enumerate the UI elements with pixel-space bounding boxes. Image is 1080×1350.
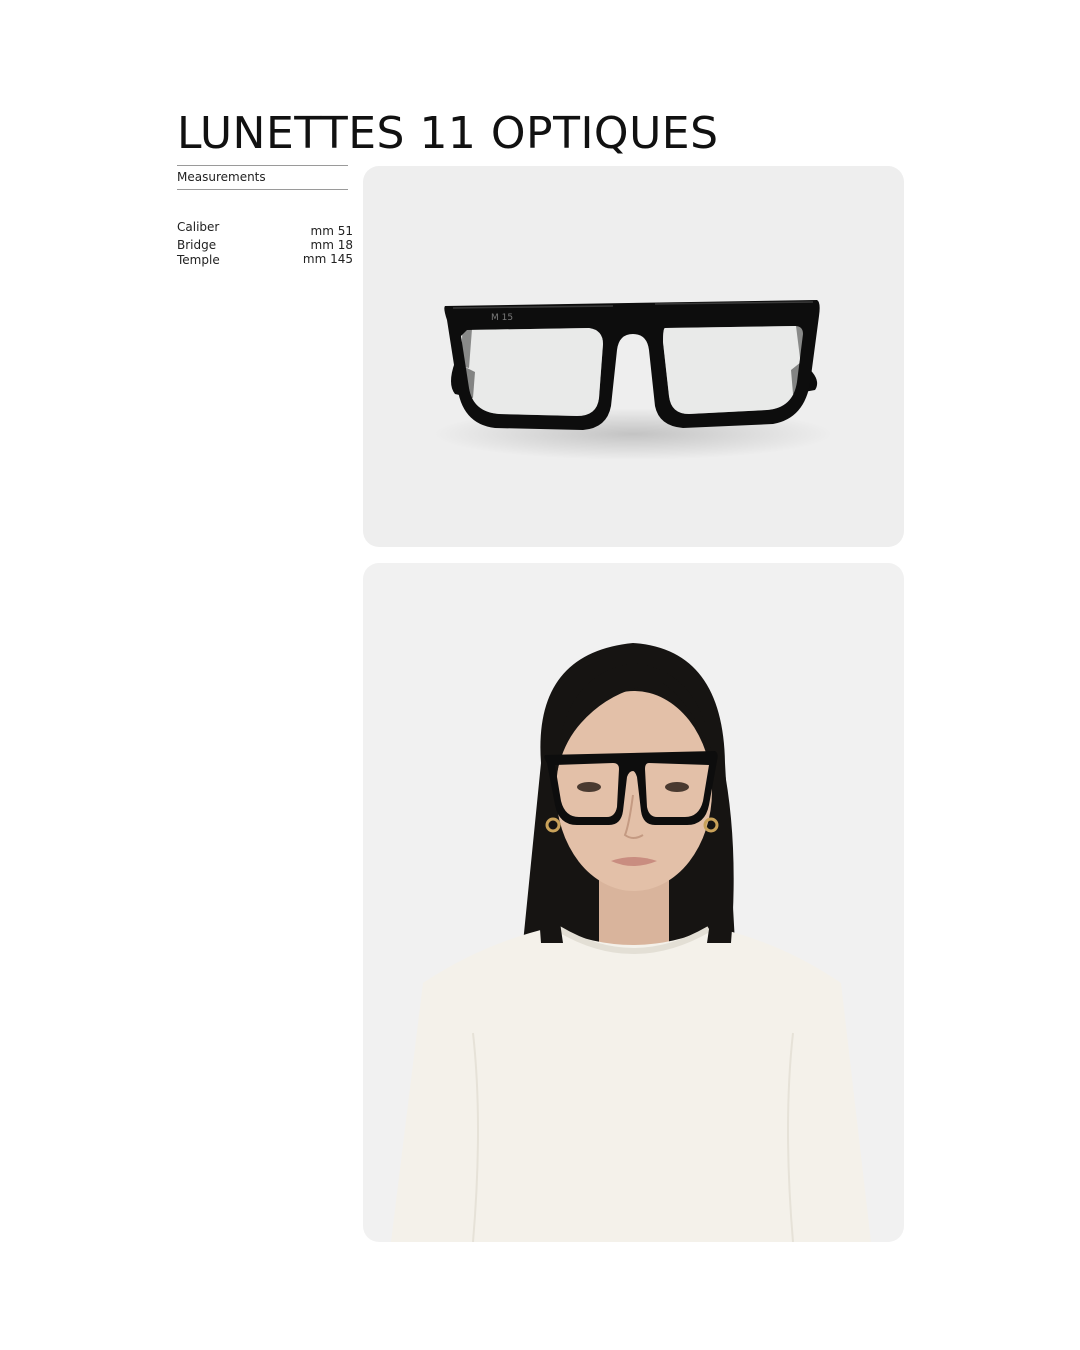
measurements-heading: Measurements: [177, 165, 348, 190]
product-photo[interactable]: M 15: [363, 166, 904, 547]
frame-brand-mark: M 15: [491, 313, 513, 323]
spec-label: Caliber: [177, 220, 220, 234]
spec-value: mm 145: [302, 252, 353, 266]
folded-black-eyeglasses-icon: M 15: [433, 300, 833, 460]
model-wearing-glasses-icon: [391, 643, 871, 1242]
spec-row-bridge: Bridge mm 18: [177, 238, 353, 253]
page-title: LUNETTES 11 OPTIQUES: [177, 108, 719, 159]
spec-label: Temple: [177, 253, 220, 267]
spec-value: mm 51: [310, 224, 353, 238]
spec-value: mm 18: [310, 238, 353, 252]
spec-row-temple: Temple mm 145: [177, 252, 353, 268]
spec-label: Bridge: [177, 238, 217, 252]
model-photo[interactable]: [363, 563, 904, 1242]
